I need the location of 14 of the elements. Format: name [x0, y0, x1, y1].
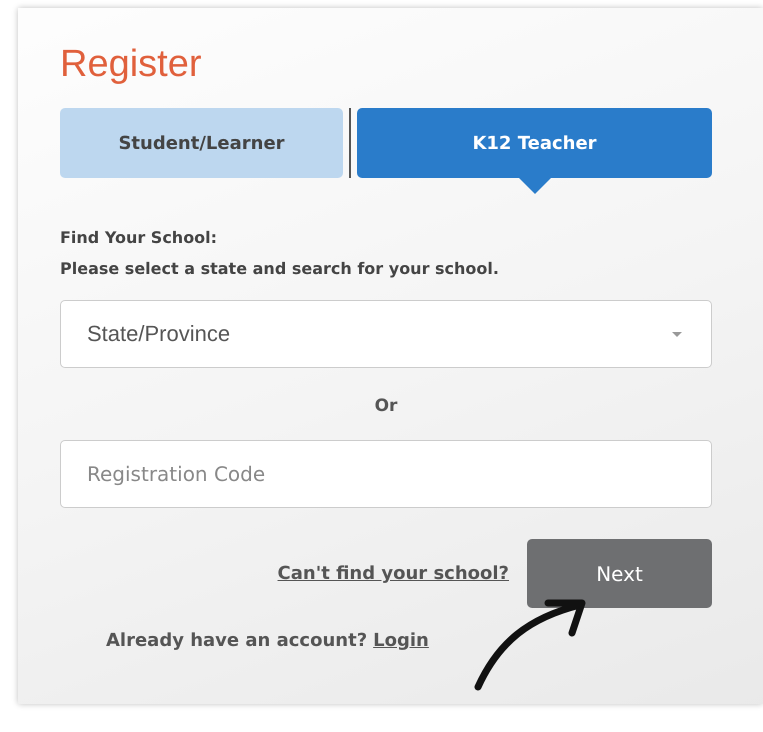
next-button[interactable]: Next: [527, 539, 712, 608]
separator-text: Or: [374, 396, 398, 416]
state-select[interactable]: State/Province: [60, 300, 712, 368]
caret-icon: [671, 330, 683, 338]
registration-code-field[interactable]: Registration Code: [60, 440, 712, 508]
instruction-text: Find Your School:: [60, 228, 218, 247]
page-title: Register: [60, 42, 202, 87]
login-prompt: Already have an account?: [106, 630, 368, 651]
tab[interactable]: K12 Teacher: [357, 108, 712, 178]
tab[interactable]: Student/Learner: [60, 108, 343, 178]
instruction-text: Please select a state and search for your school.: [60, 259, 500, 278]
login-link[interactable]: Login: [373, 630, 429, 651]
tab-pointer: [518, 178, 550, 194]
cant-find-school-link[interactable]: Can't find your school?: [278, 563, 509, 584]
